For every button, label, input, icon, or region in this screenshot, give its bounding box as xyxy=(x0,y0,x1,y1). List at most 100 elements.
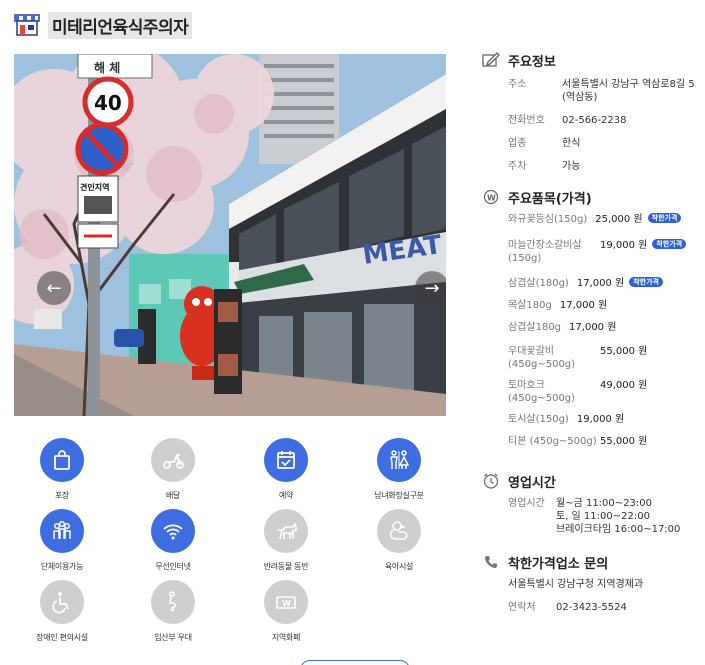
contact-org: 서울특별시 강남구청 지역경제과 xyxy=(508,579,644,590)
menu-item: 토마호크 (450g~500g) 49,000 원 xyxy=(508,379,697,413)
menu-item-name: 삼겹살180g xyxy=(508,322,562,333)
amenity-item: 무선인터넷 xyxy=(125,509,221,572)
menu-title: 주요품목(가격) xyxy=(508,191,592,207)
amenity-label: 육아시설 xyxy=(384,562,414,571)
amenity-badge xyxy=(151,509,195,553)
menu-item-price: 19,000 원 xyxy=(600,240,648,251)
good-price-badge: 착한가격 xyxy=(647,213,682,223)
amenity-item: 배달 xyxy=(125,438,221,501)
amenity-item: 육아시설 xyxy=(351,509,447,572)
amenity-badge xyxy=(151,580,195,624)
hours-weekend: 토, 일 11:00~22:00 xyxy=(556,511,650,522)
good-price-badge: 착한가격 xyxy=(629,277,663,287)
amenity-badge: W xyxy=(264,580,308,624)
amenity-label: 반려동물 동반 xyxy=(263,562,309,571)
menu-item-price: 19,000 원 xyxy=(576,414,625,425)
amenity-label: 단체이용가능 xyxy=(40,562,84,571)
menu-item: 토시살(150g) 19,000 원 xyxy=(508,413,697,435)
photo-prev-button[interactable]: ← xyxy=(37,271,71,305)
amenity-label: 무선인터넷 xyxy=(155,562,191,571)
amenity-badge xyxy=(264,438,308,482)
arrow-left-icon: ← xyxy=(46,277,62,299)
store-icon xyxy=(14,14,40,36)
more-button[interactable] xyxy=(300,660,410,665)
menu-item: 티본 (450g~500g) 55,000 원 xyxy=(508,435,697,465)
amenity-item: 반려동물 동반 xyxy=(238,509,334,572)
menu-item-price: 17,000 원 xyxy=(569,322,617,333)
photo-next-button[interactable]: → xyxy=(415,271,446,305)
svg-text:W: W xyxy=(487,194,496,203)
menu-heading: W 주요품목(가격) xyxy=(482,187,697,207)
edit-note-icon xyxy=(482,51,500,69)
menu-item-name: 목살180g xyxy=(508,300,552,311)
amenity-badge xyxy=(264,509,308,553)
contact-phone-value[interactable]: 02-3423-5524 xyxy=(556,601,627,614)
contact-block: 서울특별시 강남구청 지역경제과 연락처 02-3423-5524 xyxy=(482,578,697,614)
menu-item-name: 마늘간장소갈비살 (150g) xyxy=(508,240,582,264)
contact-org-row: 서울특별시 강남구청 지역경제과 xyxy=(508,578,697,591)
address-value: 서울특별시 강남구 역삼로8길 5 (역삼동) xyxy=(562,79,695,103)
pet-icon xyxy=(278,522,297,540)
amenity-label: 배달 xyxy=(165,491,181,500)
menu-item: 와규꽃등심(150g) 25,000 원 착한가격 xyxy=(508,213,697,239)
amenity-item: 단체이용가능 xyxy=(14,509,110,572)
sign-text: 해 체 xyxy=(94,60,120,75)
wifi-icon xyxy=(163,524,183,540)
amenity-label: 남녀화장실구분 xyxy=(374,491,424,500)
amenity-label: 장애인 편의시설 xyxy=(36,633,88,642)
category-row: 업종 한식 xyxy=(508,137,697,150)
amenity-badge xyxy=(151,438,195,482)
address-label: 주소 xyxy=(508,79,527,90)
menu-item-price: 25,000 원 xyxy=(595,214,643,225)
menu-item: 삼겹살180g 17,000 원 xyxy=(508,321,697,345)
hours-row: 영업시간 월~금 11:00~23:00 토, 일 11:00~22:00 브레… xyxy=(508,497,697,536)
won-icon: W xyxy=(482,188,500,206)
contact-heading: 착한가격업소 문의 xyxy=(482,552,697,572)
parking-label: 주차 xyxy=(508,161,527,172)
store-photo[interactable]: MEAT 해 체 40 견인지역 ← → xyxy=(14,54,446,416)
amenity-label: 지역화폐 xyxy=(271,633,301,642)
address-row: 주소 서울특별시 강남구 역삼로8길 5 (역삼동) xyxy=(508,78,697,104)
hours-heading: 영업시간 xyxy=(482,471,697,491)
clock-icon xyxy=(482,472,500,490)
amenity-label: 임산부 우대 xyxy=(154,633,192,642)
menu-item-name: 토마호크 (450g~500g) xyxy=(508,380,576,404)
menu-item-price: 55,000 원 xyxy=(600,436,648,447)
hours-title: 영업시간 xyxy=(508,475,556,491)
amenity-item: 포장 xyxy=(14,438,110,501)
amenity-item: 예약 xyxy=(238,438,334,501)
contact-phone-row: 연락처 02-3423-5524 xyxy=(508,601,697,614)
amenity-badge xyxy=(40,438,84,482)
hours-weekday: 월~금 11:00~23:00 xyxy=(556,498,652,509)
menu-item-name: 우대꽃갈비 (450g~500g) xyxy=(508,346,576,370)
info-panel: 주요정보 주소 서울특별시 강남구 역삼로8길 5 (역삼동) 전화번호 02-… xyxy=(482,50,697,614)
pregnant-icon xyxy=(169,591,176,612)
menu-item: 우대꽃갈비 (450g~500g) 55,000 원 xyxy=(508,345,697,379)
amenity-badge xyxy=(40,580,84,624)
amenity-badge xyxy=(377,509,421,553)
hours-label: 영업시간 xyxy=(508,498,545,509)
amenity-label: 예약 xyxy=(278,491,294,500)
group-icon xyxy=(53,520,71,539)
parking-row: 주차 가능 xyxy=(508,160,697,173)
phone-label: 전화번호 xyxy=(508,115,545,126)
main-info-heading: 주요정보 xyxy=(482,50,697,70)
phone-icon xyxy=(482,553,500,571)
restroom-icon xyxy=(390,450,410,469)
phone-value[interactable]: 02-566-2238 xyxy=(562,114,626,127)
money-icon: W xyxy=(276,596,296,609)
wheelchair-icon xyxy=(52,592,69,614)
menu-item-name: 와규꽃등심(150g) xyxy=(508,214,588,225)
good-price-badge: 착한가격 xyxy=(652,239,687,249)
amenity-item: W 지역화폐 xyxy=(238,580,334,643)
page-title: 미테리언육식주의자 xyxy=(48,11,193,39)
menu-item-price: 17,000 원 xyxy=(559,300,608,311)
menu-item: 목살180g 17,000 원 xyxy=(508,299,697,321)
amenity-label: 포장 xyxy=(54,491,70,500)
calendar-icon xyxy=(277,451,295,469)
tow-sign-text: 견인지역 xyxy=(80,182,109,192)
duck-icon xyxy=(389,521,408,540)
arrow-right-icon: → xyxy=(424,277,440,299)
svg-text:W: W xyxy=(282,599,291,608)
category-value: 한식 xyxy=(562,138,581,149)
